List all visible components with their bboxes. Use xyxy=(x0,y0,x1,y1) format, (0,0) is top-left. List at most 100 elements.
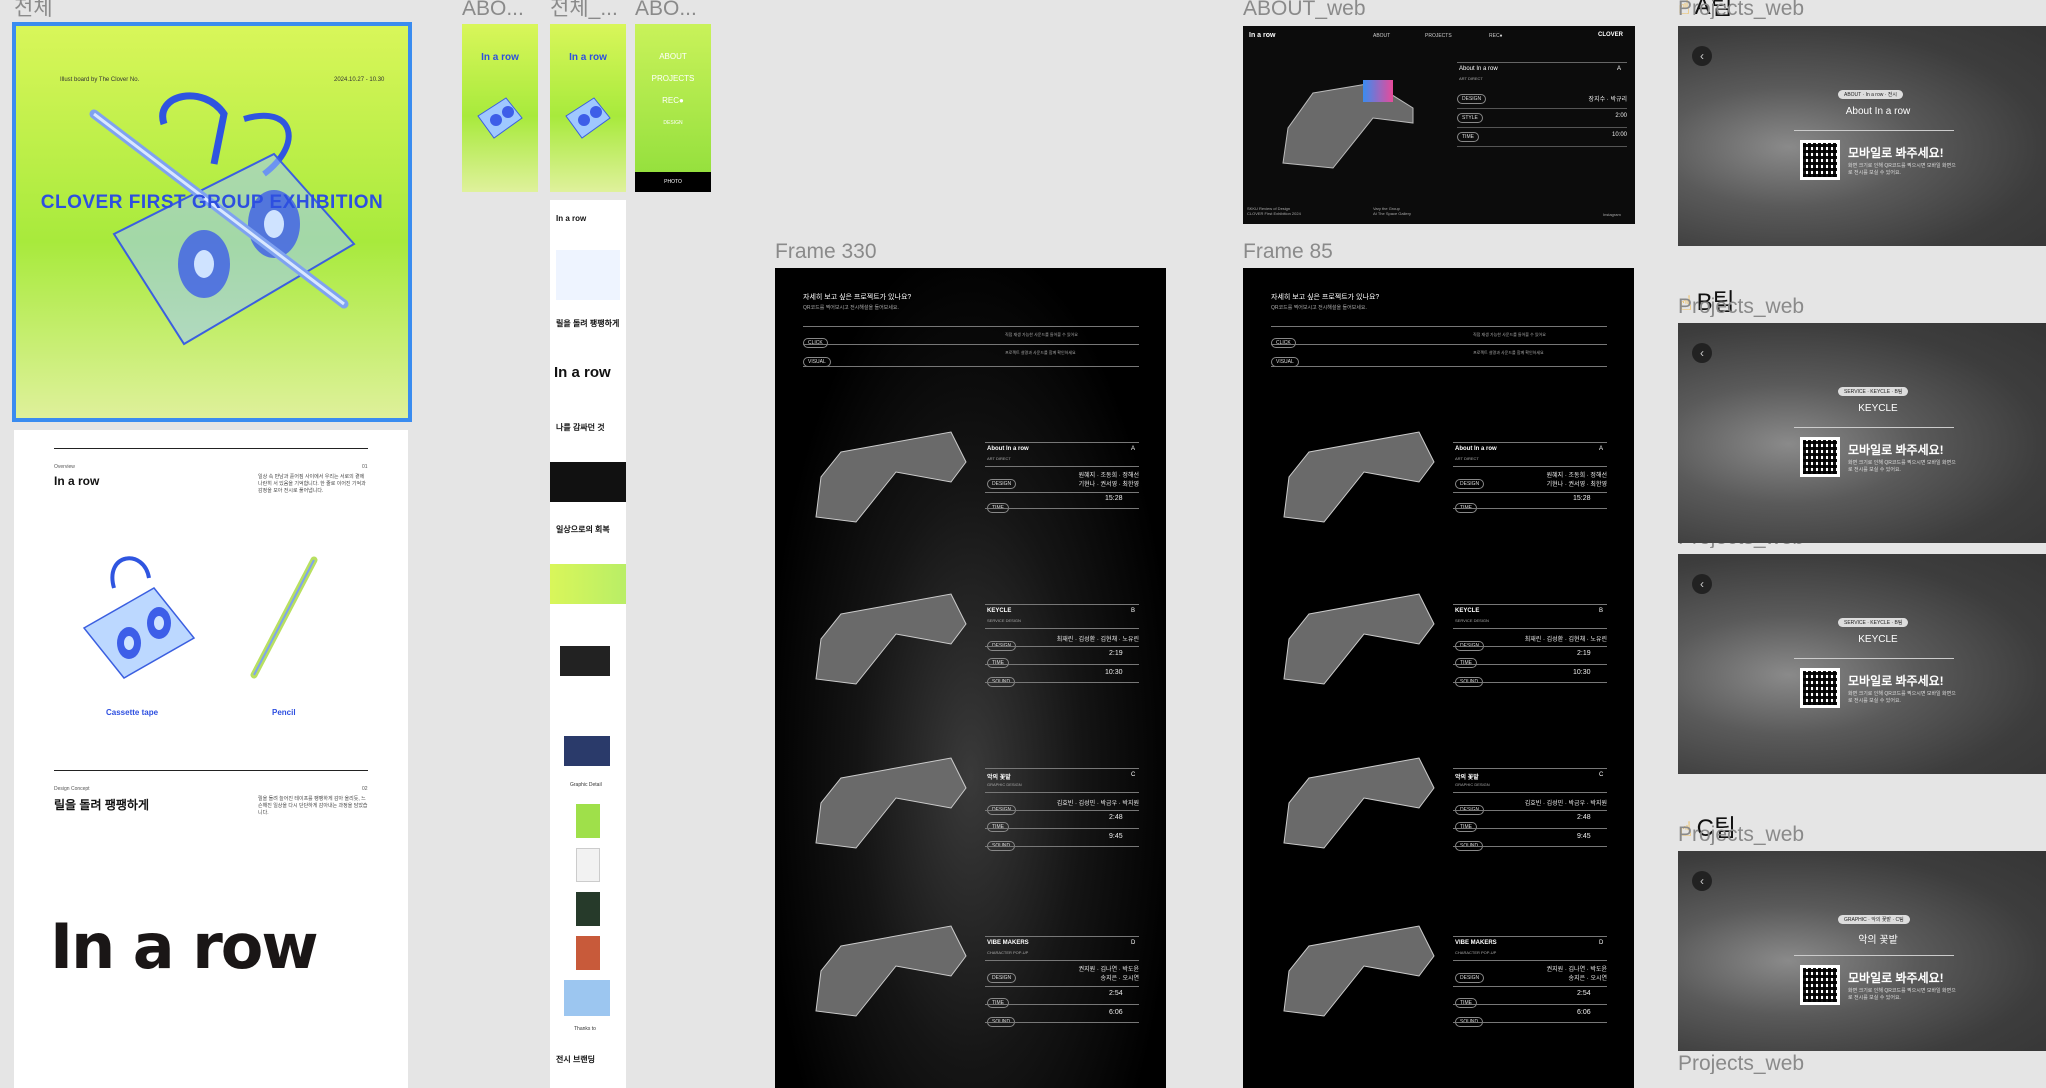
projects-web-card-3[interactable]: ‹ SERVICE · KEYCLE · B팀 KEYCLE 모바일로 봐주세요… xyxy=(1678,554,2046,774)
floor-plan-map xyxy=(1282,80,1414,169)
web-footer-instagram[interactable]: Instagram xyxy=(1603,212,1621,217)
project-time[interactable]: 10:30 xyxy=(1573,669,1591,676)
strip-section-title: In a row xyxy=(556,214,587,223)
frame-85[interactable]: 자세히 보고 싶은 프로젝트가 있나요? QR코드를 찍어보시고 전시해설을 들… xyxy=(1243,268,1634,1088)
projects-web-card-4[interactable]: ‹ GRAPHIC · 악의 꽃밭 · C팀 악의 꽃밭 모바일로 봐주세요! … xyxy=(1678,851,2046,1051)
divider xyxy=(985,442,1139,443)
project-time[interactable]: 9:45 xyxy=(1577,833,1591,840)
frame-label-projects-web-5[interactable]: Projects_web xyxy=(1678,1053,1804,1074)
chevron-left-icon[interactable]: ‹ xyxy=(1692,574,1712,594)
project-time[interactable]: 2:48 xyxy=(1109,814,1123,821)
project-block-a[interactable]: About In a row A ART DIRECT DESIGN 원혜지 ·… xyxy=(1243,422,1634,532)
frame-330[interactable]: 자세히 보고 싶은 프로젝트가 있나요? QR코드를 찍어보시고 전시해설을 들… xyxy=(775,268,1166,1088)
project-block-b[interactable]: KEYCLE B SERVICE DESIGN DESIGN 최재린 · 김성환… xyxy=(775,584,1166,694)
divider xyxy=(1453,986,1607,987)
project-block-d[interactable]: VIBE MAKERS D CHARACTER POP-UP DESIGN 권지… xyxy=(775,916,1166,1036)
guide-tag: CLICK xyxy=(803,338,828,348)
project-time[interactable]: 6:06 xyxy=(1577,1009,1591,1016)
project-time[interactable]: 2:54 xyxy=(1109,990,1123,997)
web-nav-about[interactable]: ABOUT xyxy=(1373,33,1390,39)
project-time[interactable]: 10:30 xyxy=(1105,669,1123,676)
project-time[interactable]: 2:19 xyxy=(1577,650,1591,657)
divider xyxy=(1453,828,1607,829)
row-value[interactable]: 10:00 xyxy=(1612,132,1627,142)
frame-label-85[interactable]: Frame 85 xyxy=(1243,241,1333,262)
cassette-illustration-mini xyxy=(477,97,523,139)
chevron-left-icon[interactable]: ‹ xyxy=(1692,871,1712,891)
divider xyxy=(985,828,1139,829)
all-mobile-frame[interactable]: In a row xyxy=(550,24,626,192)
qr-code xyxy=(1800,965,1840,1005)
project-time[interactable]: 15:28 xyxy=(1573,495,1591,502)
guide-note: 프로젝트 설명과 사운드를 함께 확인하세요 xyxy=(1473,350,1544,355)
projects-web-card-2[interactable]: ‹ SERVICE · KEYCLE · B팀 KEYCLE 모바일로 봐주세요… xyxy=(1678,323,2046,543)
frame-label-projects-web-2[interactable]: Projects_web xyxy=(1678,296,1804,317)
project-time[interactable]: 2:54 xyxy=(1577,990,1591,997)
poster-credit: Illust board by The Clover No. xyxy=(60,77,140,83)
row-tag: STYLE xyxy=(1457,113,1483,123)
row-value[interactable]: 2:00 xyxy=(1615,113,1627,123)
qr-code xyxy=(1800,140,1840,180)
qr-question: 자세히 보고 싶은 프로젝트가 있나요? xyxy=(1271,294,1380,301)
strip-dark-image xyxy=(550,462,626,502)
project-letter: B xyxy=(1599,608,1604,614)
card-title: 악의 꽃밭 xyxy=(1858,935,1898,946)
projects-web-card-1[interactable]: ‹ ABOUT · In a row · 전시 About In a row 모… xyxy=(1678,26,2046,246)
about-mobile-frame[interactable]: In a row xyxy=(462,24,538,192)
project-time[interactable]: 2:48 xyxy=(1577,814,1591,821)
menu-item-design[interactable]: DESIGN xyxy=(635,112,711,134)
in-a-row-logo: In a row xyxy=(50,910,319,983)
poster-frame[interactable]: Illust board by The Clover No. 2024.10.2… xyxy=(12,22,412,422)
frame-label-about-menu[interactable]: ABO... xyxy=(635,0,705,19)
card-cta: 모바일로 봐주세요! xyxy=(1848,674,1944,688)
frame-label-about-mobile[interactable]: ABO... xyxy=(462,0,530,19)
menu-item-projects[interactable]: PROJECTS xyxy=(635,68,711,90)
document-frame[interactable]: Overview 01 In a row 일상 속 만남과 흩어짐 사이에서 우… xyxy=(14,430,408,1088)
qr-question-sub: QR코드를 찍어보시고 전시해설을 들어보세요. xyxy=(803,305,899,311)
project-block-c[interactable]: 악의 꽃밭 C GRAPHIC DESIGN DESIGN 김효빈 · 김성민 … xyxy=(1243,748,1634,858)
project-block-a[interactable]: About In a row A ART DIRECT DESIGN 원혜지 ·… xyxy=(775,422,1166,532)
guide-note: 직접 재생 가능한 사운드를 들어볼 수 있어요 xyxy=(1005,332,1078,337)
frame-label-330[interactable]: Frame 330 xyxy=(775,241,877,262)
chevron-left-icon[interactable]: ‹ xyxy=(1692,46,1712,66)
web-nav-projects[interactable]: PROJECTS xyxy=(1425,33,1452,39)
mobile-long-page[interactable]: In a row 릴을 돌려 팽팽하게 In a row 나를 감싸던 것 일상… xyxy=(550,200,626,1088)
section-body: 일상 속 만남과 흩어짐 사이에서 우리는 서로의 곁에 나란히 서 있음을 기… xyxy=(258,474,366,494)
project-name: VIBE MAKERS xyxy=(987,940,1029,946)
frame-label-about-web[interactable]: ABOUT_web xyxy=(1243,0,1366,19)
divider xyxy=(985,466,1139,467)
project-sub: ART DIRECT xyxy=(1455,456,1479,461)
about-web-frame[interactable]: In a row ABOUT PROJECTS REC● CLOVER Abou… xyxy=(1243,26,1635,224)
frame-label-projects-web-4[interactable]: Projects_web xyxy=(1678,824,1804,845)
divider xyxy=(985,628,1139,629)
about-menu-frame[interactable]: ABOUT PROJECTS REC● DESIGN PHOTO xyxy=(635,24,711,192)
project-time[interactable]: 15:28 xyxy=(1105,495,1123,502)
project-sub: CHARACTER POP-UP xyxy=(1455,950,1497,955)
divider xyxy=(1453,960,1607,961)
guide-tag: CLICK xyxy=(1271,338,1296,348)
strip-poster-thumb xyxy=(576,892,600,926)
frame-label-all[interactable]: 전체 xyxy=(14,0,53,19)
frame-label-all-mobile[interactable]: 전체_... xyxy=(550,0,618,19)
chevron-left-icon[interactable]: ‹ xyxy=(1692,343,1712,363)
poster-date: 2024.10.27 - 10.30 xyxy=(334,77,385,83)
web-logo[interactable]: In a row xyxy=(1249,32,1275,39)
project-block-b[interactable]: KEYCLE B SERVICE DESIGN DESIGN 최재린 · 김성환… xyxy=(1243,584,1634,694)
strip-poster-thumb xyxy=(564,980,610,1016)
strip-logo: In a row xyxy=(554,364,611,381)
row-tag: TIME xyxy=(987,822,1009,832)
project-block-c[interactable]: 악의 꽃밭 C GRAPHIC DESIGN DESIGN 김효빈 · 김성민 … xyxy=(775,748,1166,858)
project-people: 원혜지 · 조동희 · 정해선 기현나 · 권서영 · 최한영 xyxy=(1078,473,1139,488)
web-nav-rec[interactable]: REC● xyxy=(1489,33,1503,39)
project-time[interactable]: 9:45 xyxy=(1109,833,1123,840)
row-tag: DESIGN xyxy=(1455,479,1485,489)
divider xyxy=(1453,810,1607,811)
frame-label-projects-web-1[interactable]: Projects_web xyxy=(1678,0,1804,19)
menu-item-about[interactable]: ABOUT xyxy=(635,46,711,68)
project-time[interactable]: 2:19 xyxy=(1109,650,1123,657)
card-title: KEYCLE xyxy=(1858,403,1898,414)
menu-item-rec[interactable]: REC● xyxy=(635,90,711,112)
project-time[interactable]: 6:06 xyxy=(1109,1009,1123,1016)
project-block-d[interactable]: VIBE MAKERS D CHARACTER POP-UP DESIGN 권지… xyxy=(1243,916,1634,1036)
about-rows: DESIGN 장지수 · 박규리 STYLE 2:00 TIME 10:00 xyxy=(1457,90,1627,147)
